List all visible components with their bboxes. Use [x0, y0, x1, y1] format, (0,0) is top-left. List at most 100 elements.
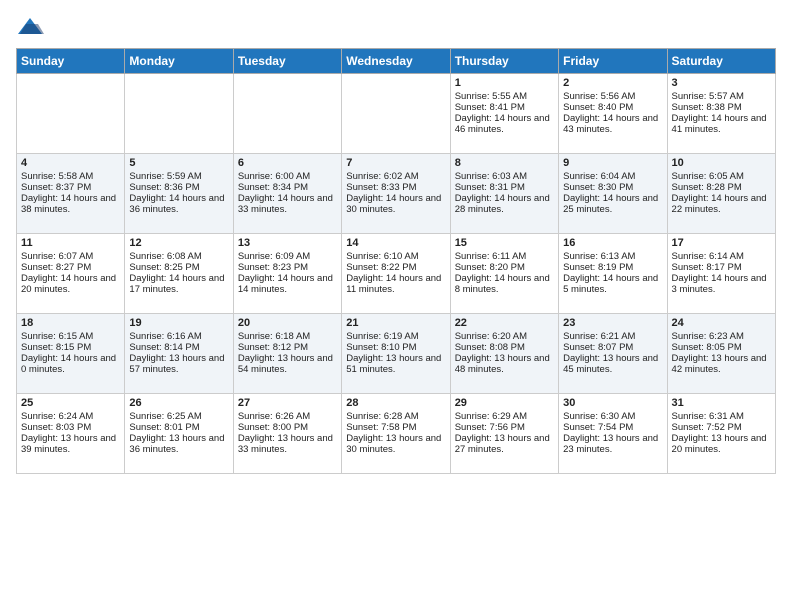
day-number: 10: [672, 157, 771, 169]
day-number: 21: [346, 317, 445, 329]
day-info: Sunrise: 5:57 AM: [672, 91, 771, 102]
day-info: Sunset: 8:23 PM: [238, 262, 337, 273]
day-info: Sunset: 8:40 PM: [563, 102, 662, 113]
day-info: Sunset: 8:01 PM: [129, 422, 228, 433]
day-info: Daylight: 13 hours and 57 minutes.: [129, 353, 228, 375]
day-info: Sunrise: 6:07 AM: [21, 251, 120, 262]
day-info: Daylight: 14 hours and 14 minutes.: [238, 273, 337, 295]
day-info: Sunset: 8:07 PM: [563, 342, 662, 353]
day-info: Daylight: 14 hours and 8 minutes.: [455, 273, 554, 295]
calendar-cell: 19Sunrise: 6:16 AMSunset: 8:14 PMDayligh…: [125, 314, 233, 394]
day-info: Sunset: 8:03 PM: [21, 422, 120, 433]
day-number: 31: [672, 397, 771, 409]
logo: [16, 16, 48, 40]
calendar-cell: 11 Sunrise: 6:07 AMSunset: 8:27 PMDayligh…: [17, 234, 125, 314]
calendar-cell: 15Sunrise: 6:11 AMSunset: 8:20 PMDayligh…: [450, 234, 558, 314]
day-info: Sunset: 8:22 PM: [346, 262, 445, 273]
day-info: Sunset: 8:25 PM: [129, 262, 228, 273]
day-info: Sunrise: 6:09 AM: [238, 251, 337, 262]
calendar-cell: 29Sunrise: 6:29 AMSunset: 7:56 PMDayligh…: [450, 394, 558, 474]
day-info: Sunrise: 6:10 AM: [346, 251, 445, 262]
day-number: 27: [238, 397, 337, 409]
day-number: 18: [21, 317, 120, 329]
day-info: Sunrise: 6:28 AM: [346, 411, 445, 422]
day-info: Sunset: 8:19 PM: [563, 262, 662, 273]
day-info: Sunset: 8:12 PM: [238, 342, 337, 353]
day-info: Sunrise: 6:20 AM: [455, 331, 554, 342]
day-info: Daylight: 13 hours and 36 minutes.: [129, 433, 228, 455]
day-info: Sunset: 8:34 PM: [238, 182, 337, 193]
day-info: Sunset: 7:54 PM: [563, 422, 662, 433]
day-info: Sunset: 7:56 PM: [455, 422, 554, 433]
day-info: Sunrise: 6:02 AM: [346, 171, 445, 182]
page-header: [16, 16, 776, 40]
day-number: 24: [672, 317, 771, 329]
day-number: 4: [21, 157, 120, 169]
calendar-cell: 24Sunrise: 6:23 AMSunset: 8:05 PMDayligh…: [667, 314, 775, 394]
day-number: 23: [563, 317, 662, 329]
calendar-cell: 30Sunrise: 6:30 AMSunset: 7:54 PMDayligh…: [559, 394, 667, 474]
calendar-cell: 13 Sunrise: 6:09 AMSunset: 8:23 PMDayligh…: [233, 234, 341, 314]
day-number: 16: [563, 237, 662, 249]
day-info: Daylight: 13 hours and 33 minutes.: [238, 433, 337, 455]
calendar-cell: 1Sunrise: 5:55 AMSunset: 8:41 PMDaylight…: [450, 74, 558, 154]
day-info: Daylight: 13 hours and 27 minutes.: [455, 433, 554, 455]
day-number: 12: [129, 237, 228, 249]
calendar-cell: 26Sunrise: 6:25 AMSunset: 8:01 PMDayligh…: [125, 394, 233, 474]
calendar-cell: 17Sunrise: 6:14 AMSunset: 8:17 PMDayligh…: [667, 234, 775, 314]
day-number: 15: [455, 237, 554, 249]
calendar-cell: [342, 74, 450, 154]
day-info: Sunrise: 6:25 AM: [129, 411, 228, 422]
day-number: 22: [455, 317, 554, 329]
day-info: Daylight: 14 hours and 20 minutes.: [21, 273, 120, 295]
calendar-cell: 27Sunrise: 6:26 AMSunset: 8:00 PMDayligh…: [233, 394, 341, 474]
day-number: 28: [346, 397, 445, 409]
calendar-cell: 25Sunrise: 6:24 AMSunset: 8:03 PMDayligh…: [17, 394, 125, 474]
day-info: Sunset: 7:52 PM: [672, 422, 771, 433]
calendar-cell: 2Sunrise: 5:56 AMSunset: 8:40 PMDaylight…: [559, 74, 667, 154]
day-number: 25: [21, 397, 120, 409]
day-info: Daylight: 13 hours and 20 minutes.: [672, 433, 771, 455]
calendar-cell: 4Sunrise: 5:58 AMSunset: 8:37 PMDaylight…: [17, 154, 125, 234]
calendar-cell: 6Sunrise: 6:00 AMSunset: 8:34 PMDaylight…: [233, 154, 341, 234]
calendar-cell: [233, 74, 341, 154]
weekday-header-monday: Monday: [125, 49, 233, 74]
calendar-cell: 28Sunrise: 6:28 AMSunset: 7:58 PMDayligh…: [342, 394, 450, 474]
calendar-cell: 7Sunrise: 6:02 AMSunset: 8:33 PMDaylight…: [342, 154, 450, 234]
day-number: 1: [455, 77, 554, 89]
day-info: Sunrise: 6:29 AM: [455, 411, 554, 422]
day-number: 13: [238, 237, 337, 249]
day-info: Sunrise: 6:04 AM: [563, 171, 662, 182]
weekday-header-friday: Friday: [559, 49, 667, 74]
day-info: Daylight: 13 hours and 45 minutes.: [563, 353, 662, 375]
day-number: 30: [563, 397, 662, 409]
day-info: Sunrise: 6:26 AM: [238, 411, 337, 422]
day-info: Sunrise: 5:55 AM: [455, 91, 554, 102]
day-number: 19: [129, 317, 228, 329]
day-info: Sunset: 8:05 PM: [672, 342, 771, 353]
day-info: Sunrise: 6:18 AM: [238, 331, 337, 342]
calendar-cell: 23Sunrise: 6:21 AMSunset: 8:07 PMDayligh…: [559, 314, 667, 394]
day-info: Daylight: 14 hours and 25 minutes.: [563, 193, 662, 215]
weekday-header-thursday: Thursday: [450, 49, 558, 74]
day-info: Sunset: 8:38 PM: [672, 102, 771, 113]
calendar-cell: 22Sunrise: 6:20 AMSunset: 8:08 PMDayligh…: [450, 314, 558, 394]
calendar-cell: 16Sunrise: 6:13 AMSunset: 8:19 PMDayligh…: [559, 234, 667, 314]
day-number: 11: [21, 237, 120, 249]
day-info: Sunset: 8:17 PM: [672, 262, 771, 273]
calendar-cell: 10Sunrise: 6:05 AMSunset: 8:28 PMDayligh…: [667, 154, 775, 234]
day-info: Daylight: 13 hours and 42 minutes.: [672, 353, 771, 375]
day-info: Sunset: 8:27 PM: [21, 262, 120, 273]
day-info: Sunrise: 5:58 AM: [21, 171, 120, 182]
day-number: 6: [238, 157, 337, 169]
day-number: 8: [455, 157, 554, 169]
day-info: Sunrise: 6:24 AM: [21, 411, 120, 422]
weekday-header-wednesday: Wednesday: [342, 49, 450, 74]
day-info: Daylight: 14 hours and 43 minutes.: [563, 113, 662, 135]
day-info: Sunset: 7:58 PM: [346, 422, 445, 433]
day-info: Daylight: 14 hours and 22 minutes.: [672, 193, 771, 215]
day-info: Sunset: 8:41 PM: [455, 102, 554, 113]
day-info: Sunset: 8:28 PM: [672, 182, 771, 193]
day-info: Daylight: 14 hours and 38 minutes.: [21, 193, 120, 215]
day-number: 20: [238, 317, 337, 329]
